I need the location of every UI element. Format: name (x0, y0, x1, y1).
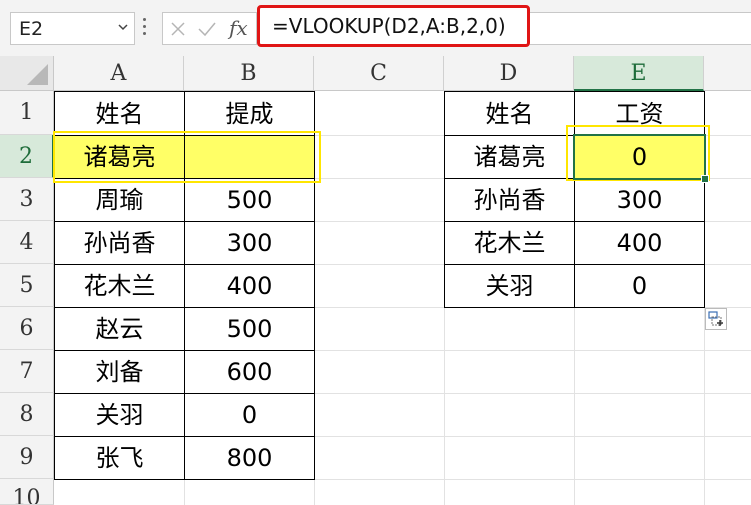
formula-bar: E2 fx =VLOOKUP(D2,A:B,2,0) (0, 0, 751, 57)
row-header-10[interactable]: 10 (0, 479, 54, 505)
name-box-value: E2 (19, 18, 44, 40)
cell-b9[interactable]: 800 (184, 436, 315, 480)
cell-d3[interactable]: 孙尚香 (444, 178, 575, 222)
cell-b8[interactable]: 0 (184, 393, 315, 437)
column-header-f[interactable] (704, 56, 751, 91)
cell-a4[interactable]: 孙尚香 (54, 221, 185, 265)
cell-e1[interactable]: 工资 (574, 91, 705, 136)
row-header-3[interactable]: 3 (0, 178, 54, 221)
column-header-a[interactable]: A (54, 56, 184, 91)
row-header-4[interactable]: 4 (0, 221, 54, 264)
column-header-e[interactable]: E (574, 56, 704, 91)
cell-e3[interactable]: 300 (574, 178, 705, 222)
row-header-6[interactable]: 6 (0, 307, 54, 350)
select-all-corner[interactable] (0, 56, 54, 91)
cell-a9[interactable]: 张飞 (54, 436, 185, 480)
formula-input-extension[interactable] (530, 12, 751, 45)
formula-input[interactable]: =VLOOKUP(D2,A:B,2,0) (257, 5, 530, 47)
name-box[interactable]: E2 (10, 12, 135, 45)
cell-b1[interactable]: 提成 (184, 91, 315, 136)
cell-b5[interactable]: 400 (184, 264, 315, 308)
cell-d1[interactable]: 姓名 (444, 91, 575, 136)
more-options-icon[interactable] (143, 18, 147, 40)
cell-e5[interactable]: 0 (574, 264, 705, 308)
formula-text: =VLOOKUP(D2,A:B,2,0) (272, 14, 506, 38)
column-header-c[interactable]: C (314, 56, 444, 91)
row-header-5[interactable]: 5 (0, 264, 54, 307)
cell-d5[interactable]: 关羽 (444, 264, 575, 308)
row-header-7[interactable]: 7 (0, 350, 54, 393)
cell-b7[interactable]: 600 (184, 350, 315, 394)
cell-b2[interactable] (184, 135, 315, 179)
cell-a8[interactable]: 关羽 (54, 393, 185, 437)
cell-b3[interactable]: 500 (184, 178, 315, 222)
fx-icon[interactable]: fx (229, 16, 248, 40)
row-header-9[interactable]: 9 (0, 436, 54, 479)
column-header-b[interactable]: B (184, 56, 314, 91)
spreadsheet-grid: A B C D E 1 2 3 4 5 6 7 8 9 10 姓名 提成 诸葛亮… (0, 56, 751, 505)
select-all-icon (27, 64, 48, 85)
fill-handle[interactable] (701, 175, 709, 183)
cell-a5[interactable]: 花木兰 (54, 264, 185, 308)
cell-b6[interactable]: 500 (184, 307, 315, 351)
chevron-down-icon[interactable] (118, 22, 128, 32)
cell-a3[interactable]: 周瑜 (54, 178, 185, 222)
cell-b4[interactable]: 300 (184, 221, 315, 265)
row-header-8[interactable]: 8 (0, 393, 54, 436)
cell-d2[interactable]: 诸葛亮 (444, 135, 575, 179)
cancel-icon[interactable] (169, 20, 187, 38)
paste-options-icon[interactable] (705, 308, 727, 330)
cell-a6[interactable]: 赵云 (54, 307, 185, 351)
row-header-2[interactable]: 2 (0, 135, 54, 178)
cell-d4[interactable]: 花木兰 (444, 221, 575, 265)
confirm-icon[interactable] (197, 20, 217, 38)
formula-buttons: fx (162, 12, 257, 45)
cell-a7[interactable]: 刘备 (54, 350, 185, 394)
cell-e4[interactable]: 400 (574, 221, 705, 265)
cell-a2[interactable]: 诸葛亮 (54, 135, 185, 179)
cell-e2[interactable]: 0 (574, 135, 705, 179)
row-header-1[interactable]: 1 (0, 91, 54, 135)
column-header-d[interactable]: D (444, 56, 574, 91)
cell-a1[interactable]: 姓名 (54, 91, 185, 136)
